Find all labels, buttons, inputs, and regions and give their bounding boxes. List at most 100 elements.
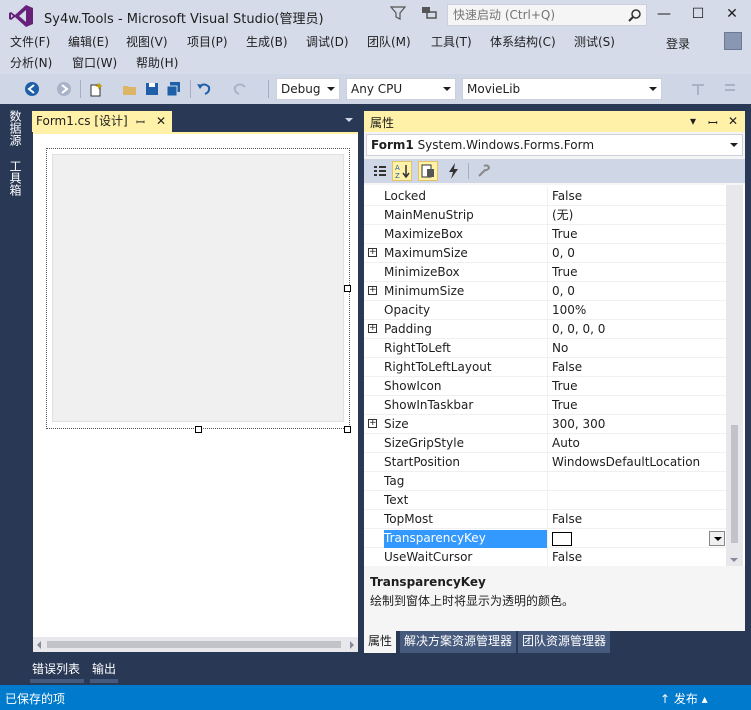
properties-view-button[interactable]	[418, 161, 438, 181]
events-icon[interactable]	[444, 161, 464, 181]
redo-icon[interactable]	[232, 81, 248, 97]
menu-analyze[interactable]: 分析(N)	[10, 53, 52, 73]
designer-horizontal-scrollbar[interactable]	[33, 637, 358, 652]
menu-tools[interactable]: 工具(T)	[431, 32, 472, 52]
property-value[interactable]	[547, 529, 726, 548]
resize-handle-right[interactable]	[344, 285, 351, 292]
property-row[interactable]: Locked False	[364, 187, 726, 206]
property-name[interactable]: ShowIcon	[384, 378, 547, 396]
property-name[interactable]: SizeGripStyle	[384, 435, 547, 453]
property-row[interactable]: ShowIcon True	[364, 377, 726, 396]
property-name[interactable]: ShowInTaskbar	[384, 397, 547, 415]
property-row[interactable]: Text	[364, 491, 726, 510]
property-value[interactable]: False	[547, 510, 726, 529]
property-value[interactable]: True	[547, 396, 726, 415]
document-list-dropdown-icon[interactable]	[345, 118, 353, 122]
property-name[interactable]: MinimizeBox	[384, 264, 547, 282]
menu-view[interactable]: 视图(V)	[126, 32, 168, 52]
property-name[interactable]: TransparencyKey	[384, 530, 547, 548]
property-value[interactable]: False	[547, 358, 726, 377]
tab-properties[interactable]: 属性	[364, 631, 397, 653]
property-name[interactable]: Padding	[384, 321, 547, 339]
property-name[interactable]: RightToLeft	[384, 340, 547, 358]
property-row[interactable]: RightToLeft No	[364, 339, 726, 358]
property-value[interactable]: True	[547, 225, 726, 244]
property-pages-icon[interactable]	[474, 161, 494, 181]
toolbox-tab[interactable]: 工具箱	[8, 160, 22, 196]
scroll-thumb[interactable]	[47, 641, 341, 648]
toolbar-options-icon[interactable]	[722, 81, 738, 97]
property-name[interactable]: TopMost	[384, 511, 547, 529]
menu-window[interactable]: 窗口(W)	[72, 53, 117, 73]
property-value[interactable]: 300, 300	[547, 415, 726, 434]
output-tab[interactable]: 输出	[90, 659, 118, 679]
property-row[interactable]: StartPosition WindowsDefaultLocation	[364, 453, 726, 472]
menu-build[interactable]: 生成(B)	[246, 32, 288, 52]
property-value[interactable]: 0, 0	[547, 282, 726, 301]
menu-file[interactable]: 文件(F)	[10, 32, 50, 52]
maximize-button[interactable]: ☐	[688, 6, 708, 22]
configuration-select[interactable]: Debug	[276, 78, 340, 100]
close-panel-icon[interactable]: ✕	[728, 114, 738, 128]
property-value[interactable]: False	[547, 548, 726, 566]
property-name[interactable]: MaximumSize	[384, 245, 547, 263]
property-value[interactable]: True	[547, 263, 726, 282]
property-name[interactable]: RightToLeftLayout	[384, 359, 547, 377]
property-value[interactable]: WindowsDefaultLocation	[547, 453, 726, 472]
property-name[interactable]: Tag	[384, 473, 547, 491]
property-row[interactable]: RightToLeftLayout False	[364, 358, 726, 377]
panel-menu-icon[interactable]: ▾	[690, 114, 696, 128]
property-row[interactable]: SizeGripStyle Auto	[364, 434, 726, 453]
resize-handle-bottom[interactable]	[195, 426, 202, 433]
filter-icon[interactable]	[390, 5, 406, 21]
property-value[interactable]	[547, 491, 726, 510]
property-name[interactable]: UseWaitCursor	[384, 549, 547, 566]
save-all-icon[interactable]	[166, 81, 182, 97]
menu-project[interactable]: 项目(P)	[187, 32, 228, 52]
form-selection-frame[interactable]	[46, 148, 350, 429]
categorized-icon[interactable]	[370, 161, 390, 181]
property-name[interactable]: MaximizeBox	[384, 226, 547, 244]
property-grid-scrollbar[interactable]	[726, 185, 743, 566]
startup-project-select[interactable]: MovieLib	[462, 78, 662, 100]
property-value[interactable]: 100%	[547, 301, 726, 320]
menu-debug[interactable]: 调试(D)	[306, 32, 349, 52]
align-icon[interactable]	[690, 81, 706, 97]
login-link[interactable]: 登录	[666, 34, 690, 54]
pin-panel-icon[interactable]: ꟷ	[708, 114, 718, 131]
close-button[interactable]: ✕	[722, 6, 742, 22]
expand-icon[interactable]: +	[368, 248, 377, 257]
menu-test[interactable]: 测试(S)	[574, 32, 615, 52]
save-icon[interactable]	[144, 81, 160, 97]
undo-icon[interactable]	[196, 81, 212, 97]
object-selector[interactable]: Form1 System.Windows.Forms.Form	[366, 134, 743, 156]
property-name[interactable]: StartPosition	[384, 454, 547, 472]
close-tab-icon[interactable]: ✕	[156, 111, 166, 131]
property-row[interactable]: Opacity 100%	[364, 301, 726, 320]
menu-team[interactable]: 团队(M)	[367, 32, 411, 52]
minimize-button[interactable]: —	[654, 6, 674, 22]
property-name[interactable]: Size	[384, 416, 547, 434]
property-value[interactable]	[547, 472, 726, 491]
form1-surface[interactable]	[52, 154, 344, 422]
property-row[interactable]: + MaximumSize 0, 0	[364, 244, 726, 263]
property-row[interactable]: ShowInTaskbar True	[364, 396, 726, 415]
property-value[interactable]: 0, 0	[547, 244, 726, 263]
property-name[interactable]: MainMenuStrip	[384, 207, 547, 225]
alphabetical-button[interactable]: AZ	[392, 161, 412, 181]
expand-icon[interactable]: +	[368, 324, 377, 333]
menu-architecture[interactable]: 体系结构(C)	[490, 32, 556, 52]
property-value[interactable]: 0, 0, 0, 0	[547, 320, 726, 339]
scroll-thumb[interactable]	[731, 425, 738, 543]
data-sources-tab[interactable]: 数据源	[8, 110, 22, 146]
feedback-icon[interactable]	[420, 4, 438, 22]
navigate-back-icon[interactable]	[24, 81, 40, 97]
navigate-forward-icon[interactable]	[56, 81, 72, 97]
property-value[interactable]: (无)	[547, 206, 726, 225]
property-value[interactable]: False	[547, 187, 726, 206]
property-row[interactable]: + Padding 0, 0, 0, 0	[364, 320, 726, 339]
property-row[interactable]: UseWaitCursor False	[364, 548, 726, 566]
quick-launch-input[interactable]	[448, 5, 618, 25]
expand-icon[interactable]: +	[368, 419, 377, 428]
tab-solution-explorer[interactable]: 解决方案资源管理器	[400, 631, 517, 653]
